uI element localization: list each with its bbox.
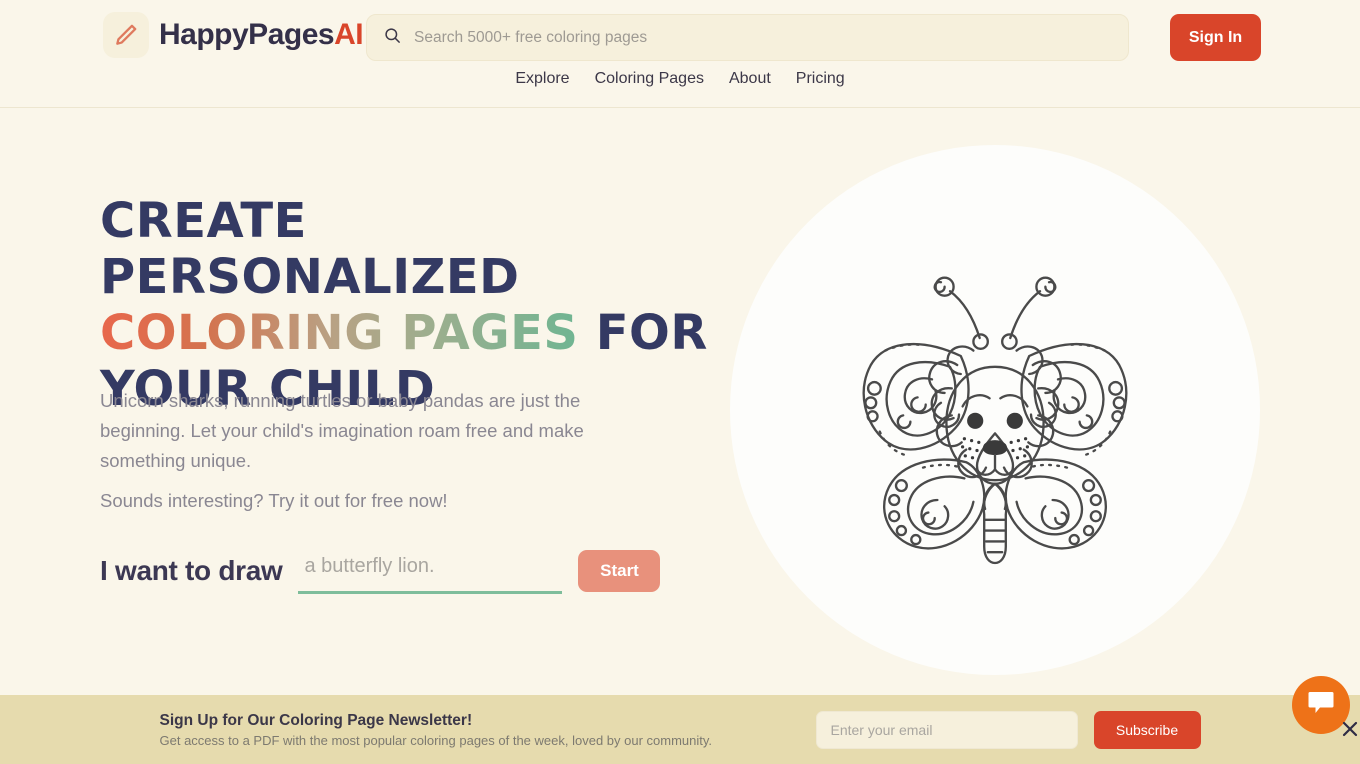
search-input[interactable] xyxy=(414,28,1112,47)
sign-in-button[interactable]: Sign In xyxy=(1170,14,1261,61)
headline-line-1: Create Personalized xyxy=(100,193,520,305)
chat-bubble-icon xyxy=(1307,690,1335,721)
start-button[interactable]: Start xyxy=(578,550,661,592)
hero-lead-paragraph: Unicorn sharks, running turtles or baby … xyxy=(100,390,584,471)
nav-item-explore[interactable]: Explore xyxy=(515,70,569,88)
newsletter-banner: Sign Up for Our Coloring Page Newsletter… xyxy=(0,695,1360,764)
prompt-label: I want to draw xyxy=(100,555,283,586)
subscribe-button[interactable]: Subscribe xyxy=(1093,710,1201,749)
main-nav: Explore Coloring Pages About Pricing xyxy=(0,70,1360,88)
brand-name-suffix: AI xyxy=(334,18,364,51)
nav-item-pricing[interactable]: Pricing xyxy=(796,70,845,88)
page-title: Create Personalized Coloring Pages for Y… xyxy=(100,193,710,417)
butterfly-lion-illustration xyxy=(862,276,1128,565)
close-icon[interactable] xyxy=(1339,718,1360,740)
headline-gradient-text: Coloring Pages xyxy=(100,305,579,361)
newsletter-email-input[interactable] xyxy=(815,710,1078,749)
hero-cta-paragraph: Sounds interesting? Try it out for free … xyxy=(100,490,448,511)
newsletter-copy: Sign Up for Our Coloring Page Newsletter… xyxy=(160,712,800,748)
nav-item-about[interactable]: About xyxy=(729,70,771,88)
newsletter-title: Sign Up for Our Coloring Page Newsletter… xyxy=(159,711,473,729)
hero-artwork xyxy=(730,145,1260,675)
pencil-icon xyxy=(103,12,149,58)
newsletter-subtitle: Get access to a PDF with the most popula… xyxy=(159,732,713,748)
brand-name: HappyPagesAI xyxy=(159,18,364,52)
hero-section: Create Personalized Coloring Pages for Y… xyxy=(0,108,1360,695)
site-header: HappyPagesAI Sign In Explore Coloring Pa… xyxy=(0,0,1360,108)
search-icon xyxy=(383,26,402,50)
nav-item-coloring-pages[interactable]: Coloring Pages xyxy=(595,70,704,88)
brand-logo[interactable]: HappyPagesAI xyxy=(103,12,364,58)
brand-name-text: HappyPages xyxy=(159,18,335,51)
prompt-input[interactable] xyxy=(298,548,563,594)
prompt-row: I want to draw Start xyxy=(100,548,661,594)
search-box[interactable] xyxy=(366,14,1129,61)
headline-line-2-tail: for xyxy=(595,305,708,361)
